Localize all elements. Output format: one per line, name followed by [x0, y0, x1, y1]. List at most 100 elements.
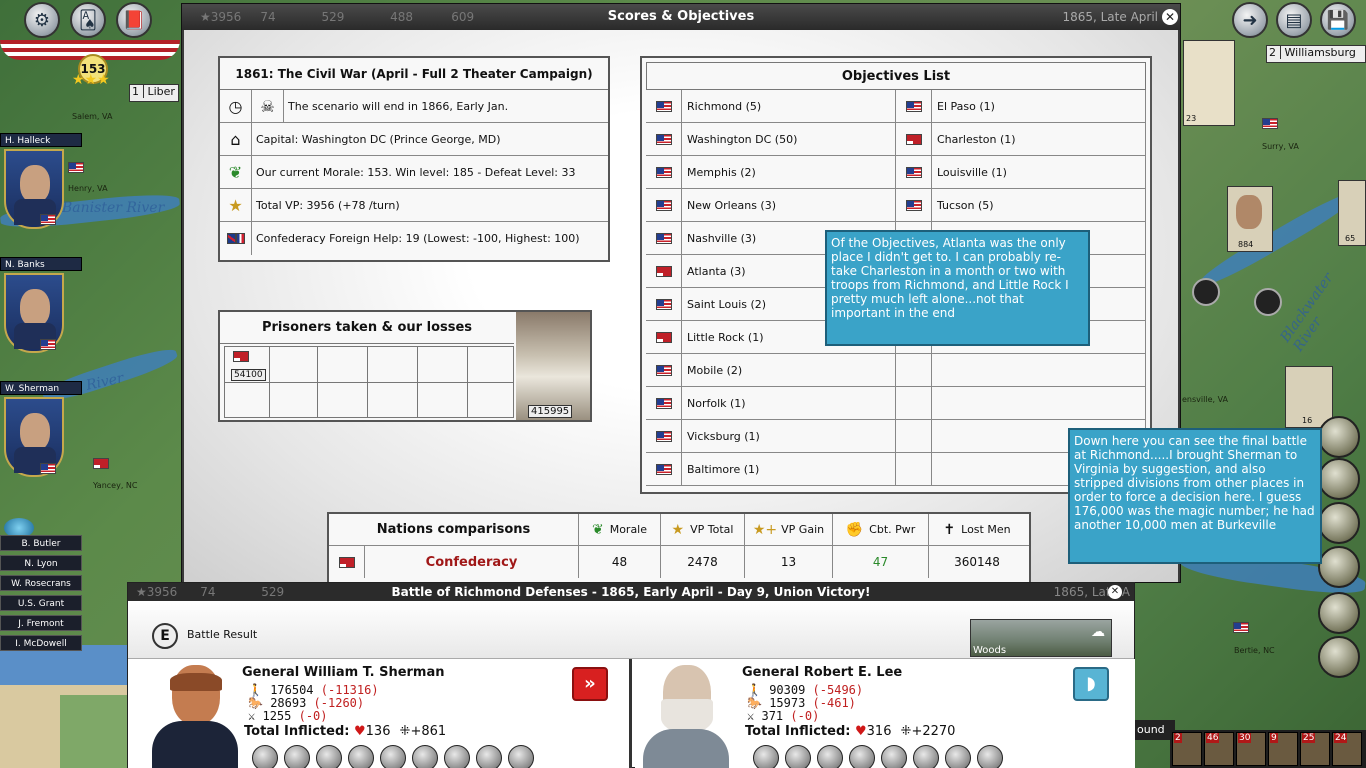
- close-icon[interactable]: ✕: [1108, 585, 1122, 599]
- roster-button[interactable]: J. Fremont: [0, 615, 82, 631]
- unit-badge[interactable]: [753, 745, 779, 768]
- roster-button[interactable]: I. McDowell: [0, 635, 82, 651]
- union-general-name: General William T. Sherman: [242, 665, 445, 680]
- army-stack[interactable]: 23: [1183, 40, 1235, 126]
- region-box[interactable]: 2 Williamsburg: [1266, 45, 1366, 63]
- region-box[interactable]: 1 Liber: [129, 84, 179, 102]
- objective-row: Memphis (2) Louisville (1): [646, 156, 1146, 189]
- fort-icon[interactable]: [1192, 278, 1220, 306]
- union-flag-icon: [1262, 118, 1278, 129]
- unit-type-filter[interactable]: 24: [1332, 732, 1362, 766]
- cross-icon: ✝: [943, 521, 956, 538]
- cavalry-icon: 🐎: [747, 696, 762, 710]
- army-stack[interactable]: 16: [1285, 366, 1333, 428]
- objective-row: Washington DC (50) Charleston (1): [646, 123, 1146, 156]
- unit-badge[interactable]: [817, 745, 843, 768]
- roster-button[interactable]: N. Lyon: [0, 555, 82, 571]
- objective-name: Louisville (1): [932, 156, 1146, 188]
- artillery-icon: ⚔: [747, 709, 755, 723]
- unit-button[interactable]: [1318, 416, 1360, 458]
- army-stack[interactable]: 884: [1227, 186, 1273, 252]
- assault-icon[interactable]: »: [572, 667, 608, 701]
- objective-name: [932, 387, 1146, 419]
- unit-type-bar: 2 46 30 9 25 24: [1170, 730, 1366, 768]
- unit-type-filter[interactable]: 30: [1236, 732, 1266, 766]
- foreign-flags-icon: [220, 222, 252, 255]
- union-flag-icon: [896, 156, 932, 188]
- fort-icon[interactable]: [1254, 288, 1282, 316]
- unit-badge[interactable]: [476, 745, 502, 768]
- nation-morale: 48: [579, 546, 661, 578]
- union-flag-icon: [646, 222, 682, 254]
- unit-badge[interactable]: [945, 745, 971, 768]
- general-name: N. Banks: [5, 260, 45, 270]
- unit-button[interactable]: [1318, 592, 1360, 634]
- unit-badge[interactable]: [849, 745, 875, 768]
- army-stack[interactable]: 65: [1338, 180, 1366, 246]
- unit-badge[interactable]: [881, 745, 907, 768]
- gear-icon[interactable]: ⚙: [24, 2, 60, 38]
- unit-badge[interactable]: [348, 745, 374, 768]
- union-flag-icon: [646, 453, 682, 485]
- unit-type-filter[interactable]: 25: [1300, 732, 1330, 766]
- unit-badge[interactable]: [284, 745, 310, 768]
- infantry-icon: 🚶: [248, 683, 263, 697]
- unit-badge[interactable]: [380, 745, 406, 768]
- minimap[interactable]: [0, 645, 127, 768]
- general-tag-sherman[interactable]: W. Sherman: [0, 381, 82, 395]
- close-icon[interactable]: ✕: [1162, 9, 1178, 25]
- unit-type-filter[interactable]: 2: [1172, 732, 1202, 766]
- vp-row: ★ Total VP: 3956 (+78 /turn): [220, 189, 608, 222]
- battle-annotation: Down here you can see the final battle a…: [1068, 428, 1322, 564]
- ledger-icon[interactable]: ▤: [1276, 2, 1312, 38]
- book-icon[interactable]: 📕: [116, 2, 152, 38]
- unit-badge[interactable]: [508, 745, 534, 768]
- roster-button[interactable]: B. Butler: [0, 535, 82, 551]
- confederate-cavalry: 🐎 15973 (-461): [747, 696, 856, 710]
- next-turn-arrow-icon[interactable]: ➜: [1232, 2, 1268, 38]
- nation-vp-total: 2478: [661, 546, 745, 578]
- unit-type-filter[interactable]: 46: [1204, 732, 1234, 766]
- general-tag-halleck[interactable]: H. Halleck: [0, 133, 82, 147]
- unit-button[interactable]: [1318, 458, 1360, 500]
- nation-vp-gain: 13: [745, 546, 833, 578]
- heart-icon: ♥: [855, 724, 867, 739]
- unit-badge[interactable]: [785, 745, 811, 768]
- battle-grade-badge: E: [152, 623, 178, 649]
- unit-badge[interactable]: [252, 745, 278, 768]
- unit-badge[interactable]: [913, 745, 939, 768]
- cards-icon[interactable]: 🂡: [70, 2, 106, 38]
- unit-count: 65: [1345, 234, 1356, 243]
- nation-cbt-pwr: 47: [833, 546, 929, 578]
- unit-count: 884: [1238, 240, 1254, 249]
- nations-row-confederacy: Confederacy 48 2478 13 47 360148: [329, 546, 1029, 578]
- roster-button[interactable]: U.S. Grant: [0, 595, 82, 611]
- town-label: Henry, VA: [68, 184, 108, 193]
- defend-icon[interactable]: ◗: [1073, 667, 1109, 701]
- laurel-icon: ❦: [591, 521, 604, 538]
- losses-count: 415995: [528, 405, 573, 418]
- unit-button[interactable]: [1318, 502, 1360, 544]
- union-flag-icon: [40, 463, 56, 474]
- unit-badge[interactable]: [977, 745, 1003, 768]
- unit-button[interactable]: [1318, 546, 1360, 588]
- union-flag-icon: [646, 420, 682, 452]
- scenario-end-row: ◷ ☠ The scenario will end in 1866, Early…: [220, 90, 608, 123]
- unit-badge[interactable]: [412, 745, 438, 768]
- heart-icon: ♥: [354, 724, 366, 739]
- unit-button[interactable]: [1318, 636, 1360, 678]
- town-label: ensville, VA: [1182, 395, 1229, 404]
- capital-text: Capital: Washington DC (Prince George, M…: [256, 132, 501, 146]
- col-morale: ❦ Morale: [579, 514, 661, 545]
- prisoners-grid: 54100: [224, 346, 514, 418]
- damage-icon: ⁜: [399, 724, 411, 739]
- unit-badge[interactable]: [316, 745, 342, 768]
- unit-type-filter[interactable]: 9: [1268, 732, 1298, 766]
- unit-badge[interactable]: [444, 745, 470, 768]
- roster-button[interactable]: W. Rosecrans: [0, 575, 82, 591]
- general-tag-banks[interactable]: N. Banks: [0, 257, 82, 271]
- scenario-title: 1861: The Civil War (April - Full 2 Thea…: [220, 58, 608, 90]
- confederate-flag-icon: [93, 458, 109, 469]
- battle-result-label: Battle Result: [187, 628, 258, 641]
- save-disk-icon[interactable]: 💾: [1320, 2, 1356, 38]
